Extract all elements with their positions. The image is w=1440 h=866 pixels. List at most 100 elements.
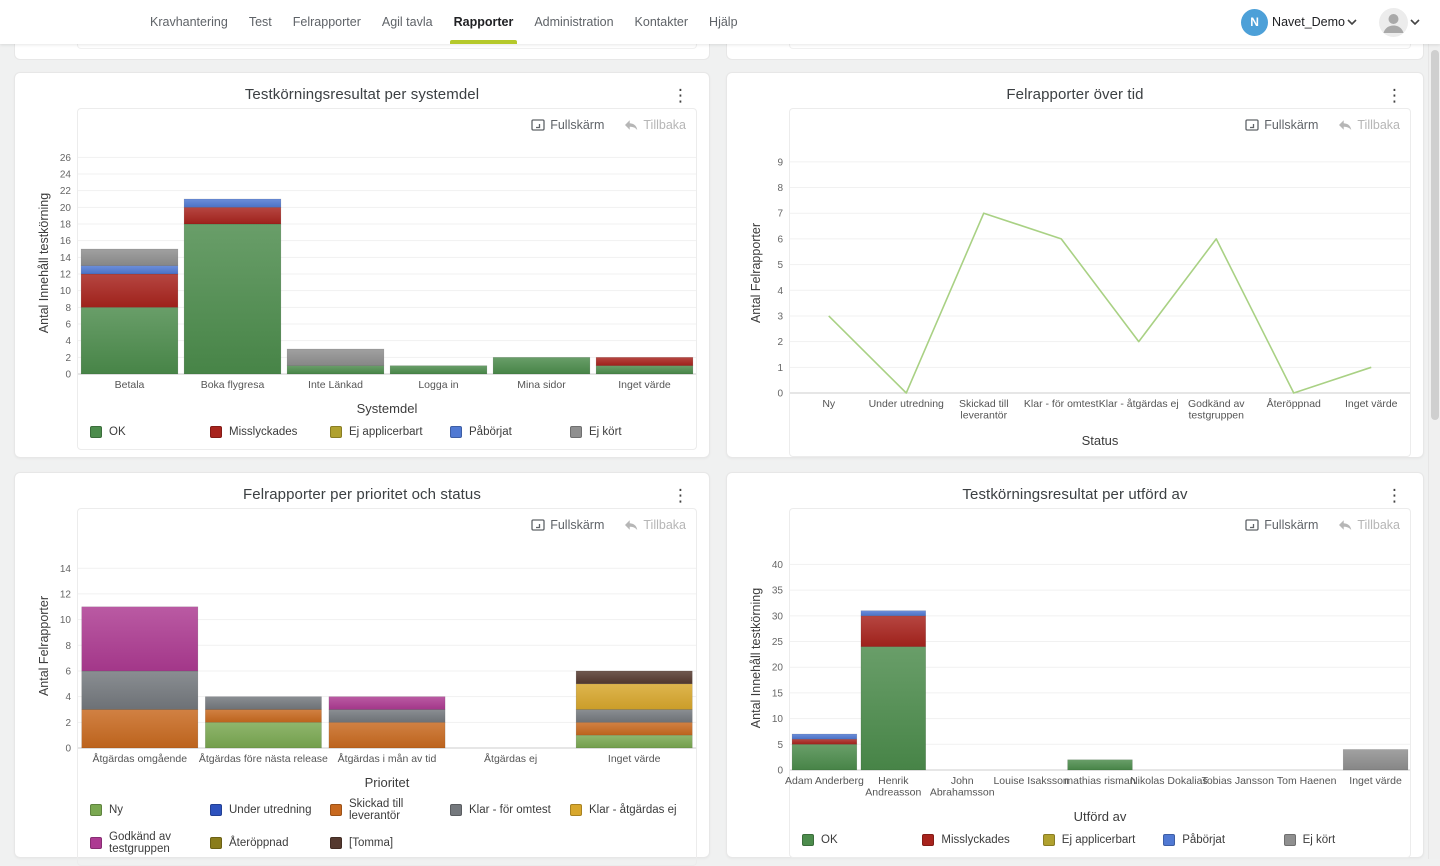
legend-item: Godkänd av testgruppen bbox=[90, 831, 210, 855]
account-menu[interactable]: N Navet_Demo bbox=[1241, 9, 1359, 36]
y-tick-label: 6 bbox=[65, 666, 71, 677]
scrollbar-thumb[interactable] bbox=[1431, 50, 1439, 420]
back-arrow-icon bbox=[624, 119, 638, 131]
legend-label: Klar - för omtest bbox=[469, 804, 551, 816]
x-axis-label: Status bbox=[790, 427, 1410, 450]
nav-item-administration[interactable]: Administration bbox=[532, 0, 615, 44]
y-tick-label: 35 bbox=[772, 586, 784, 597]
bar-segment bbox=[81, 307, 178, 374]
y-tick-label: 2 bbox=[65, 353, 71, 364]
x-tick-label: Andreasson bbox=[865, 787, 921, 799]
y-tick-label: 18 bbox=[60, 220, 72, 231]
x-tick-label: Åtgärdas omgående bbox=[93, 752, 188, 765]
legend-item: Påbörjat bbox=[1163, 832, 1283, 847]
legend-swatch bbox=[922, 834, 934, 846]
y-tick-label: 0 bbox=[65, 370, 71, 381]
fullscreen-icon bbox=[1245, 519, 1259, 531]
fullscreen-label: Fullskärm bbox=[1264, 518, 1318, 532]
x-tick-label: Logga in bbox=[418, 379, 458, 391]
legend-swatch bbox=[330, 804, 342, 816]
nav-item-rapporter[interactable]: Rapporter bbox=[452, 0, 516, 44]
chart-plot: 0123456789NyUnder utredningSkickad tilll… bbox=[790, 137, 1410, 427]
y-tick-label: 3 bbox=[777, 311, 783, 322]
back-label: Tillbaka bbox=[1357, 118, 1400, 132]
nav-item-hjalp[interactable]: Hjälp bbox=[707, 0, 740, 44]
user-avatar-icon bbox=[1379, 8, 1408, 37]
back-button[interactable]: Tillbaka bbox=[624, 117, 686, 133]
back-button[interactable]: Tillbaka bbox=[1338, 517, 1400, 533]
x-tick-label: Åtgärdas före nästa release bbox=[199, 752, 328, 765]
bar-segment bbox=[205, 709, 321, 722]
nav-item-test[interactable]: Test bbox=[247, 0, 274, 44]
bar-segment bbox=[184, 199, 281, 207]
legend-label: Godkänd av testgruppen bbox=[109, 831, 210, 855]
y-tick-label: 5 bbox=[777, 740, 783, 751]
back-arrow-icon bbox=[624, 519, 638, 531]
chart-plot: 02468101214161820222426BetalaBoka flygre… bbox=[78, 137, 696, 395]
chart-canvas: 0510152025303540Adam AnderbergHenrikAndr… bbox=[790, 537, 1410, 803]
fullscreen-icon bbox=[531, 119, 545, 131]
legend-item: Misslyckades bbox=[210, 424, 330, 439]
y-tick-label: 4 bbox=[65, 336, 71, 347]
back-label: Tillbaka bbox=[1357, 518, 1400, 532]
legend-swatch bbox=[330, 426, 342, 438]
bar-segment bbox=[329, 709, 445, 722]
fullscreen-button[interactable]: Fullskärm bbox=[1245, 117, 1318, 133]
legend-swatch bbox=[330, 837, 342, 849]
nav-item-agil-tavla[interactable]: Agil tavla bbox=[380, 0, 435, 44]
chart-title: Felrapporter per prioritet och status bbox=[15, 473, 709, 508]
kebab-menu-icon[interactable]: ⋮ bbox=[1380, 83, 1409, 108]
kebab-menu-icon[interactable]: ⋮ bbox=[1380, 483, 1409, 508]
legend-label: Ny bbox=[109, 804, 123, 816]
top-navbar: Kravhantering Test Felrapporter Agil tav… bbox=[0, 0, 1440, 44]
y-tick-label: 24 bbox=[60, 170, 72, 181]
legend-item: Misslyckades bbox=[922, 832, 1042, 847]
fullscreen-button[interactable]: Fullskärm bbox=[531, 517, 604, 533]
x-axis-label: Utförd av bbox=[790, 803, 1410, 826]
fullscreen-button[interactable]: Fullskärm bbox=[1245, 517, 1318, 533]
bar-segment bbox=[81, 274, 178, 307]
back-arrow-icon bbox=[1338, 119, 1352, 131]
legend-label: Under utredning bbox=[229, 804, 311, 816]
y-tick-label: 5 bbox=[777, 260, 783, 271]
y-tick-label: 20 bbox=[772, 663, 784, 674]
chart-legend: OKMisslyckadesEj applicerbartPåbörjatEj … bbox=[78, 418, 696, 443]
x-tick-label: Skickad till bbox=[959, 398, 1009, 410]
bar-segment bbox=[82, 709, 198, 748]
chart-card-testkorning-systemdel: Testkörningsresultat per systemdel ⋮ Ant… bbox=[14, 72, 710, 458]
chart-panel: Fullskärm Tillbaka 024681012141618202224… bbox=[77, 108, 697, 450]
legend-label: Påbörjat bbox=[1182, 834, 1225, 846]
legend-swatch bbox=[90, 804, 102, 816]
kebab-menu-icon[interactable]: ⋮ bbox=[666, 83, 695, 108]
legend-swatch bbox=[570, 804, 582, 816]
fullscreen-button[interactable]: Fullskärm bbox=[531, 117, 604, 133]
y-tick-label: 12 bbox=[60, 270, 72, 281]
chevron-down-icon bbox=[1347, 19, 1357, 25]
kebab-menu-icon[interactable]: ⋮ bbox=[666, 483, 695, 508]
legend-label: [Tomma] bbox=[349, 837, 393, 849]
legend-swatch bbox=[802, 834, 814, 846]
nav-item-felrapporter[interactable]: Felrapporter bbox=[291, 0, 363, 44]
bar-segment bbox=[792, 744, 857, 770]
y-tick-label: 0 bbox=[777, 389, 783, 400]
y-tick-label: 15 bbox=[772, 688, 784, 699]
x-tick-label: Abrahamsson bbox=[930, 787, 995, 799]
y-tick-label: 14 bbox=[60, 253, 72, 264]
bar-segment bbox=[82, 671, 198, 710]
nav-item-kravhantering[interactable]: Kravhantering bbox=[148, 0, 230, 44]
bar-segment bbox=[861, 616, 926, 647]
back-button[interactable]: Tillbaka bbox=[1338, 117, 1400, 133]
chart-panel: Fullskärm Tillbaka 0123456789NyUnder utr… bbox=[789, 108, 1411, 457]
legend-swatch bbox=[90, 426, 102, 438]
y-axis-label: Antal Innehåll testkörning bbox=[749, 588, 763, 728]
x-tick-label: Tom Haenen bbox=[1277, 775, 1337, 787]
main-nav: Kravhantering Test Felrapporter Agil tav… bbox=[148, 0, 740, 44]
nav-item-kontakter[interactable]: Kontakter bbox=[633, 0, 691, 44]
profile-menu[interactable] bbox=[1365, 8, 1422, 37]
back-button[interactable]: Tillbaka bbox=[624, 517, 686, 533]
y-tick-label: 6 bbox=[777, 234, 783, 245]
legend-item: OK bbox=[802, 832, 922, 847]
y-tick-label: 8 bbox=[777, 183, 783, 194]
legend-item: Påbörjat bbox=[450, 424, 570, 439]
x-tick-label: Nikolas Dokalias bbox=[1130, 775, 1208, 787]
